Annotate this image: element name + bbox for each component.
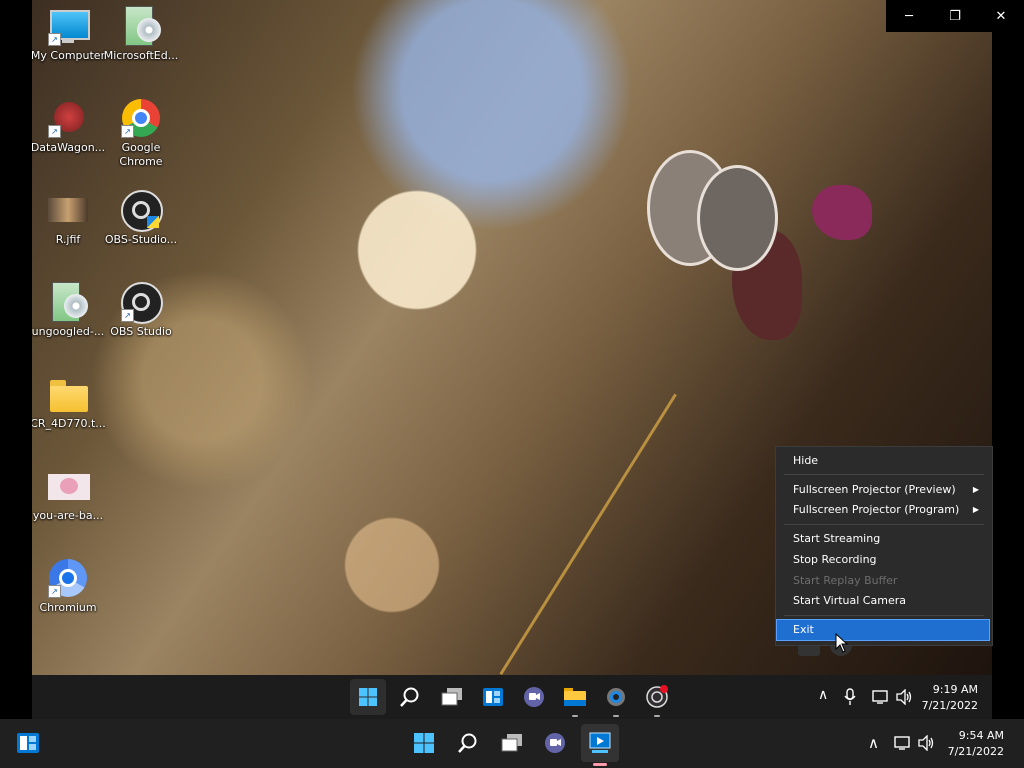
window-controls: ─ ❐ ✕ <box>886 0 1024 32</box>
desktop-icon-chromium[interactable]: ↗ Chromium <box>32 552 107 615</box>
desktop-icon-ungoogled-chromium[interactable]: ungoogled-... <box>32 276 107 339</box>
obs-icon: ↗ <box>121 282 163 324</box>
active-app-indicator <box>593 763 607 766</box>
menu-item-stop-recording[interactable]: Stop Recording <box>777 550 989 570</box>
start-icon[interactable] <box>410 729 438 757</box>
running-indicator <box>654 715 660 717</box>
installer-disc-icon <box>48 282 88 322</box>
mouse-cursor-icon <box>835 633 849 653</box>
tray-overflow-chevron-icon[interactable]: ∧ <box>868 734 879 752</box>
network-icon[interactable] <box>892 729 914 757</box>
inner-clock-time[interactable]: 9:19 AM <box>922 683 978 696</box>
obs-icon[interactable] <box>643 683 671 711</box>
folder-icon <box>48 374 88 414</box>
butterfly-wing-right <box>697 165 778 271</box>
remote-desktop-icon[interactable] <box>581 724 619 762</box>
inner-clock-date[interactable]: 7/21/2022 <box>912 699 978 712</box>
image-thumbnail-icon <box>48 466 90 506</box>
desktop-icon-my-computer[interactable]: ↗ My Computer <box>32 0 107 63</box>
desktop-icon-you-are-image[interactable]: you-are-ba... <box>32 460 107 523</box>
menu-item-exit[interactable]: Exit <box>776 619 990 641</box>
close-button[interactable]: ✕ <box>978 0 1024 32</box>
microphone-icon[interactable] <box>840 683 860 711</box>
local-taskbar: ∧ 9:54 AM 7/21/2022 <box>0 719 1024 768</box>
outer-clock-date[interactable]: 7/21/2022 <box>934 745 1004 758</box>
flower-stem <box>499 393 677 675</box>
desktop-icon-obs-studio[interactable]: ↗ OBS Studio <box>102 276 180 339</box>
running-indicator <box>572 715 578 717</box>
chrome-icon: ↗ <box>121 98 161 138</box>
teams-chat-icon[interactable] <box>541 729 569 757</box>
search-icon[interactable] <box>454 729 482 757</box>
datawagon-icon: ↗ <box>48 98 88 138</box>
tray-overflow-chevron-icon[interactable]: ∧ <box>818 687 828 703</box>
menu-item-hide[interactable]: Hide <box>777 451 989 471</box>
task-view-icon[interactable] <box>498 729 526 757</box>
obs-installer-icon <box>121 190 163 232</box>
submenu-arrow-icon: ▶ <box>972 505 979 514</box>
desktop-icon-datawagon[interactable]: ↗ DataWagon... <box>32 92 107 155</box>
desktop-icon-obs-studio-installer[interactable]: OBS-Studio... <box>102 184 180 247</box>
widgets-icon[interactable] <box>479 683 507 711</box>
menu-item-start-virtual-camera[interactable]: Start Virtual Camera <box>777 591 989 611</box>
remote-taskbar: ∧ 9:19 AM 7/21/2022 <box>32 675 992 719</box>
desktop-icon-cr-folder[interactable]: CR_4D770.t... <box>32 368 107 431</box>
menu-separator <box>784 524 984 525</box>
file-explorer-icon[interactable] <box>561 683 589 711</box>
menu-item-fullscreen-projector-program[interactable]: Fullscreen Projector (Program) ▶ <box>777 500 989 520</box>
menu-item-start-streaming[interactable]: Start Streaming <box>777 529 989 549</box>
desktop-icon-google-chrome[interactable]: ↗ Google Chrome <box>102 92 180 169</box>
monitor-icon: ↗ <box>48 6 90 46</box>
widgets-icon[interactable] <box>14 729 42 757</box>
menu-item-fullscreen-projector-preview[interactable]: Fullscreen Projector (Preview) ▶ <box>777 480 989 500</box>
menu-separator <box>784 615 984 616</box>
chromium-icon: ↗ <box>48 558 88 598</box>
menu-separator <box>784 474 984 475</box>
image-thumbnail-icon <box>48 190 88 230</box>
menu-item-start-replay-buffer: Start Replay Buffer <box>793 574 898 587</box>
submenu-arrow-icon: ▶ <box>972 485 979 494</box>
minimize-button[interactable]: ─ <box>886 0 932 32</box>
start-icon[interactable] <box>350 679 386 715</box>
flower-petals <box>812 185 872 240</box>
search-icon[interactable] <box>396 683 424 711</box>
outer-clock-time[interactable]: 9:54 AM <box>940 729 1004 742</box>
installer-disc-icon <box>121 6 161 46</box>
obs-tray-context-menu: Hide Fullscreen Projector (Preview) ▶ Ful… <box>775 446 993 646</box>
settings-icon[interactable] <box>602 683 630 711</box>
running-indicator <box>613 715 619 717</box>
desktop-icon-r-jfif[interactable]: R.jfif <box>32 184 107 247</box>
desktop-icon-microsoft-edge-installer[interactable]: MicrosoftEd... <box>102 0 180 63</box>
teams-chat-icon[interactable] <box>520 683 548 711</box>
network-icon[interactable] <box>870 683 892 711</box>
restore-button[interactable]: ❐ <box>932 0 978 32</box>
task-view-icon[interactable] <box>438 683 466 711</box>
